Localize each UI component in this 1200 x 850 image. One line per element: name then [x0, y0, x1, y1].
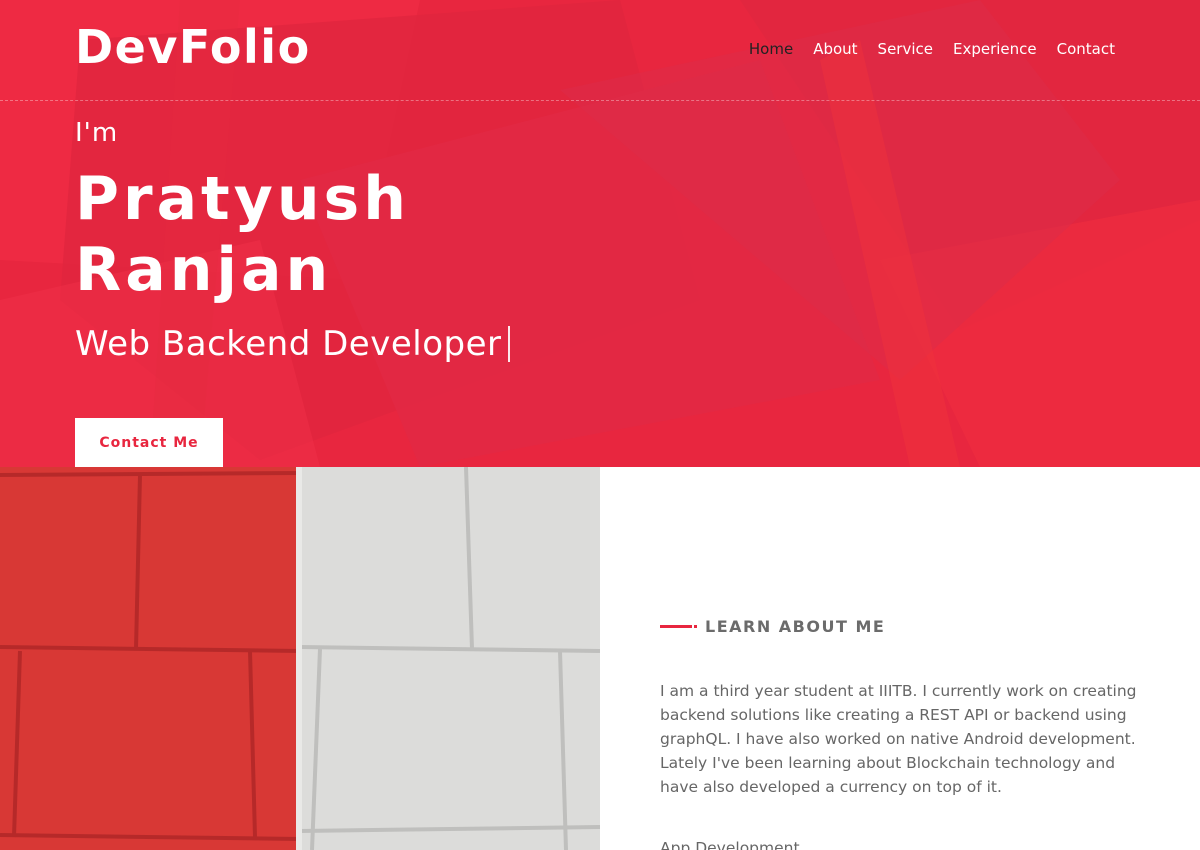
heading-accent-line: [660, 625, 692, 628]
typing-cursor: [507, 326, 510, 362]
about-content: LEARN ABOUT ME I am a third year student…: [600, 467, 1200, 850]
nav-link-service[interactable]: Service: [878, 40, 933, 58]
navbar: DevFolio Home About Service Experience C…: [0, 0, 1200, 101]
brand-logo[interactable]: DevFolio: [75, 20, 311, 74]
nav-link-experience[interactable]: Experience: [953, 40, 1037, 58]
hero-role: Web Backend Developer: [75, 324, 510, 364]
nav-link-home[interactable]: Home: [749, 40, 793, 58]
contact-me-button[interactable]: Contact Me: [75, 418, 223, 467]
hero-name: Pratyush Ranjan: [75, 164, 510, 306]
section-heading: LEARN ABOUT ME: [660, 617, 885, 636]
hero-name-last: Ranjan: [75, 235, 333, 305]
nav-link-about[interactable]: About: [813, 40, 857, 58]
about-paragraph: I am a third year student at IIITB. I cu…: [660, 682, 1137, 796]
hero-role-text: Web Backend Developer: [75, 324, 502, 364]
nav-menu: Home About Service Experience Contact: [749, 40, 1115, 58]
about-section: LEARN ABOUT ME I am a third year student…: [0, 467, 1200, 850]
about-title: LEARN ABOUT ME: [705, 617, 886, 636]
hero-content: I'm Pratyush Ranjan Web Backend Develope…: [75, 118, 510, 364]
hero-name-first: Pratyush: [75, 164, 410, 234]
brick-wall-image: [0, 467, 600, 850]
heading-accent-dot: [694, 625, 697, 628]
hero-section: DevFolio Home About Service Experience C…: [0, 0, 1200, 467]
hero-greeting: I'm: [75, 118, 119, 148]
nav-link-contact[interactable]: Contact: [1057, 40, 1115, 58]
skill-label-app-development: App Development: [660, 839, 800, 850]
